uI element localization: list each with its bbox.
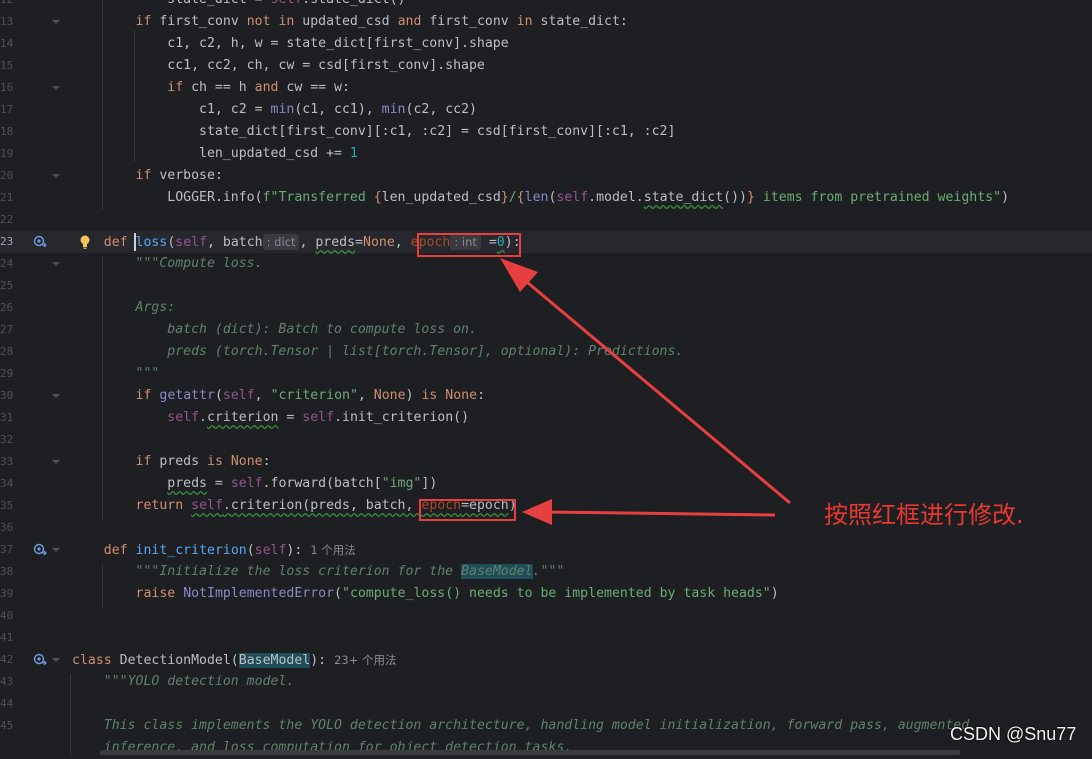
horizontal-scrollbar[interactable] [100,750,960,755]
annotation-text: 按照红框进行修改. [824,501,1024,529]
arrow-to-epoch-param [514,270,791,505]
annotation-arrows [500,258,791,525]
arrowhead-icon [522,499,552,525]
arrow-to-epoch-arg [544,510,776,517]
code-editor[interactable]: 12 state_dict = self.state_dict() 13 if … [0,0,1092,755]
watermark: CSDN @Snu77 [950,724,1077,744]
